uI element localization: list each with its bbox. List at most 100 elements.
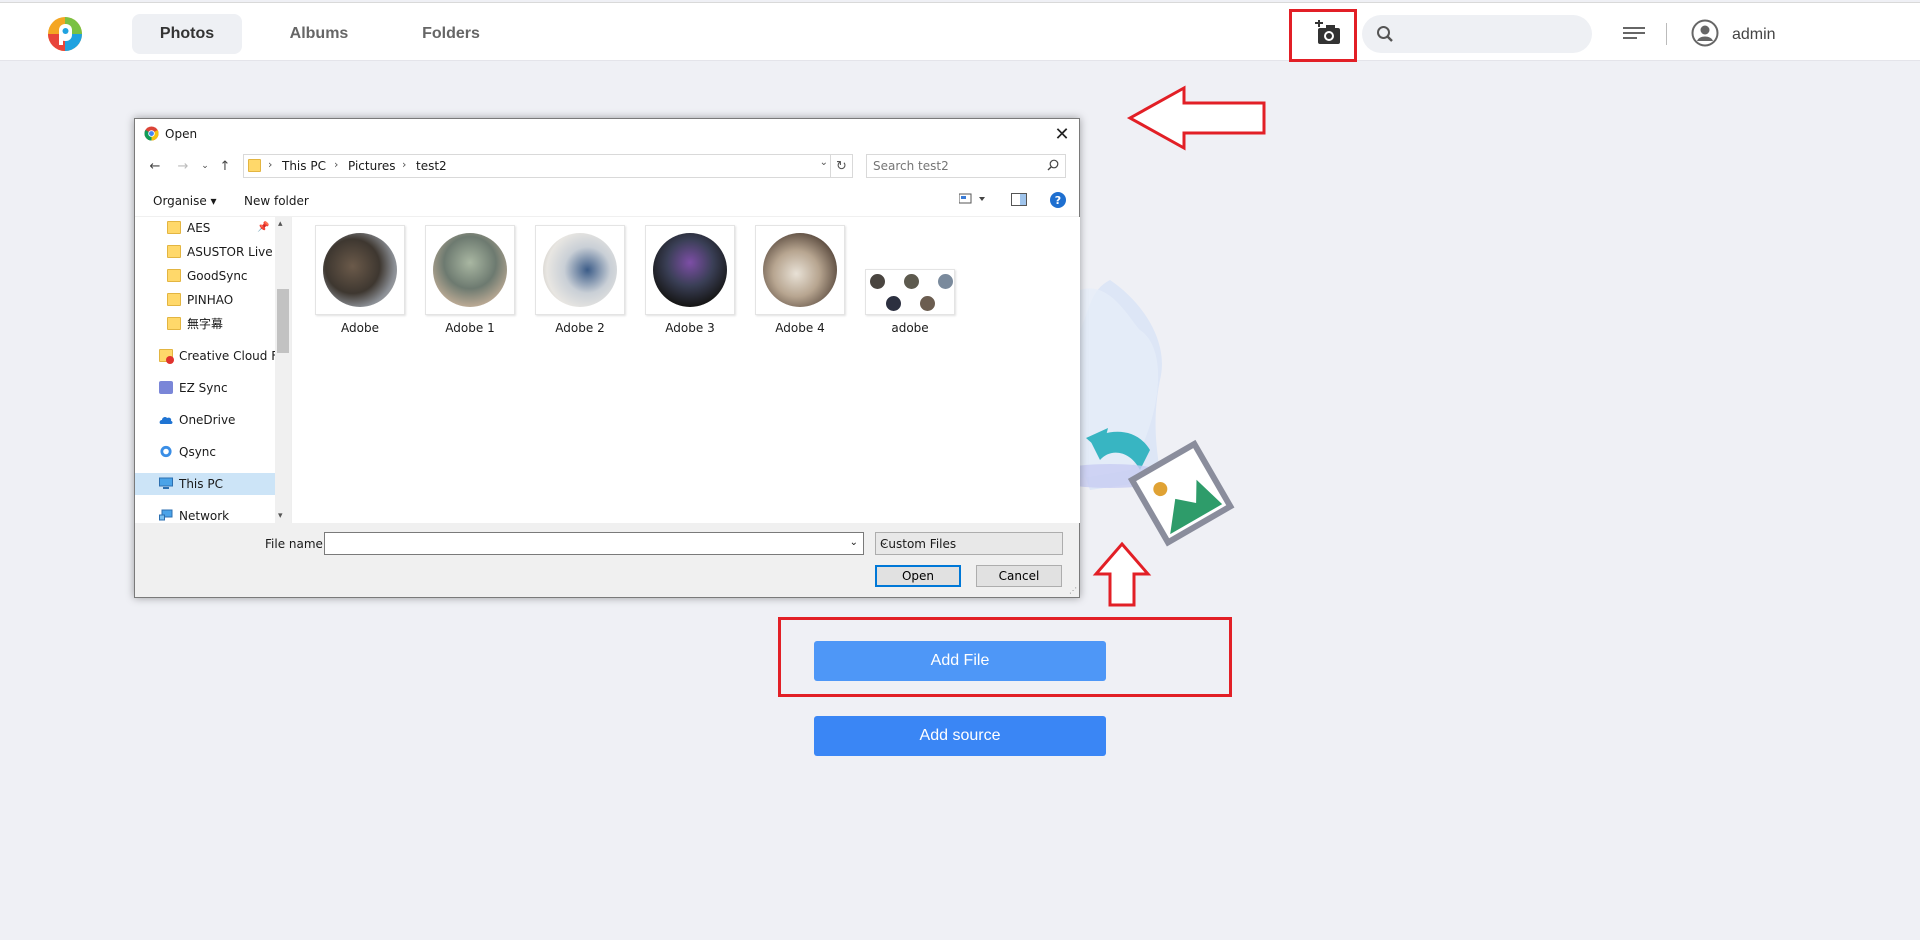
tab-albums[interactable]: Albums [264,14,374,54]
breadcrumb-test2[interactable]: test2 [416,159,447,173]
file-thumbnail [865,269,955,315]
annotation-arrow-up-icon [1092,541,1152,607]
file-item-adobe-3[interactable]: Adobe 3 [644,225,736,335]
file-name-field[interactable]: ⌄ [324,532,864,555]
open-file-dialog: Open ✕ ← → ⌄ ↑ › This PC › Pictures › te… [134,118,1080,598]
file-thumbnail [535,225,625,315]
dialog-search-input[interactable] [873,158,1033,174]
forward-arrow-icon[interactable]: → [173,156,193,176]
help-icon[interactable]: ? [1049,191,1067,212]
breadcrumb-pictures[interactable]: Pictures [348,159,396,173]
breadcrumb-separator: › [402,158,407,171]
nav-item-asustor-live[interactable]: ASUSTOR Live Al [167,241,275,263]
search-icon [1047,159,1059,171]
svg-text:?: ? [1055,194,1061,207]
creative-cloud-badge-icon [166,356,174,364]
file-label: adobe [891,321,929,335]
dialog-close-icon[interactable]: ✕ [1049,121,1075,147]
file-item-adobe[interactable]: Adobe [314,225,406,335]
folder-icon [167,317,181,330]
change-view-icon[interactable] [958,193,987,208]
search-icon [1377,26,1393,42]
search-bar[interactable] [1362,15,1592,53]
breadcrumb-separator: › [268,158,273,171]
tab-folders[interactable]: Folders [396,14,506,54]
file-name-dropdown-chevron-icon[interactable]: ⌄ [850,537,858,548]
navigation-pane: AES 📌 ASUSTOR Live Al GoodSync PINHAO 無字… [135,217,291,523]
nav-item-label: 無字幕 [187,317,224,331]
file-thumbnail [425,225,515,315]
folder-icon [167,293,181,306]
back-arrow-icon[interactable]: ← [145,156,165,176]
this-pc-icon [159,477,173,489]
up-arrow-icon[interactable]: ↑ [215,156,235,176]
nav-item-pinhao[interactable]: PINHAO [167,289,275,311]
resize-grip-icon[interactable]: ⋰ [1069,586,1077,595]
nav-item-aes[interactable]: AES 📌 [167,217,275,239]
nav-item-this-pc[interactable]: This PC [135,473,275,495]
file-item-adobe-1[interactable]: Adobe 1 [424,225,516,335]
toolbar-divider [1666,23,1667,45]
nav-item-label: Creative Cloud Fil [179,349,275,363]
nav-item-label: This PC [179,477,223,491]
folder-icon [248,159,261,172]
file-thumbnail [755,225,845,315]
cancel-button[interactable]: Cancel [976,565,1062,587]
sort-list-icon[interactable] [1618,17,1650,49]
nav-pane-scrollbar[interactable]: ▴ ▾ [275,217,291,523]
preview-pane-icon[interactable] [1011,193,1027,210]
dialog-title-bar: Open ✕ [135,119,1079,149]
file-item-adobe-2[interactable]: Adobe 2 [534,225,626,335]
nav-item-label: ASUSTOR Live Al [187,245,275,259]
refresh-icon[interactable]: ↻ [830,155,852,177]
open-button[interactable]: Open [875,565,961,587]
folder-icon [167,245,181,258]
nav-item-no-subtitle[interactable]: 無字幕 [167,313,275,335]
file-thumbnail [315,225,405,315]
file-item-adobe-4[interactable]: Adobe 4 [754,225,846,335]
nav-item-goodsync[interactable]: GoodSync [167,265,275,287]
annotation-arrow-left-icon [1126,85,1266,151]
new-folder-button[interactable]: New folder [244,194,309,208]
file-name-label: File name: [265,537,327,551]
address-dropdown-chevron-icon[interactable]: ⌄ [820,157,828,168]
add-source-button[interactable]: Add source [814,716,1106,756]
file-item-adobe-lower[interactable]: adobe [864,225,956,335]
top-bar: Photos Albums Folders admin [0,2,1920,61]
scroll-thumb[interactable] [277,289,289,353]
scroll-up-icon[interactable]: ▴ [278,219,283,229]
user-avatar-icon[interactable] [1689,17,1721,49]
nav-item-qsync[interactable]: Qsync [159,441,275,463]
file-label: Adobe 4 [775,321,825,335]
recent-locations-chevron-icon[interactable]: ⌄ [195,156,215,176]
folder-icon [167,221,181,234]
nav-item-onedrive[interactable]: OneDrive [159,409,275,431]
chrome-icon [144,126,159,141]
nav-item-creative-cloud[interactable]: Creative Cloud Fil [159,345,275,367]
tab-photos[interactable]: Photos [132,14,242,54]
file-type-select[interactable]: Custom Files ⌄ [875,532,1063,555]
nav-item-ez-sync[interactable]: EZ Sync [159,377,275,399]
search-input[interactable] [1406,15,1586,53]
nav-item-network[interactable]: Network [159,505,275,523]
qsync-icon [160,445,172,458]
organise-menu[interactable]: Organise ▾ [153,194,217,208]
breadcrumb-this-pc[interactable]: This PC [282,159,326,173]
scroll-down-icon[interactable]: ▾ [278,511,283,521]
command-bar: Organise ▾ New folder ? [135,185,1079,217]
dialog-footer: File name: ⌄ Custom Files ⌄ Open Cancel … [135,523,1079,597]
user-name[interactable]: admin [1732,26,1776,44]
dialog-search-box[interactable] [866,154,1066,178]
nav-item-label: GoodSync [187,269,248,283]
network-icon [159,509,173,521]
nav-item-label: PINHAO [187,293,234,307]
add-file-button[interactable]: Add File [814,641,1106,681]
app-logo[interactable] [46,15,84,53]
file-list: Adobe Adobe 1 Adobe 2 Adobe 3 Adobe 4 ad… [291,217,1080,523]
nav-item-label: EZ Sync [179,381,228,395]
nav-item-label: OneDrive [179,413,236,427]
file-thumbnail [645,225,735,315]
breadcrumb-separator: › [334,158,339,171]
address-bar[interactable]: › This PC › Pictures › test2 ⌄ ↻ [243,154,853,178]
file-label: Adobe 1 [445,321,495,335]
